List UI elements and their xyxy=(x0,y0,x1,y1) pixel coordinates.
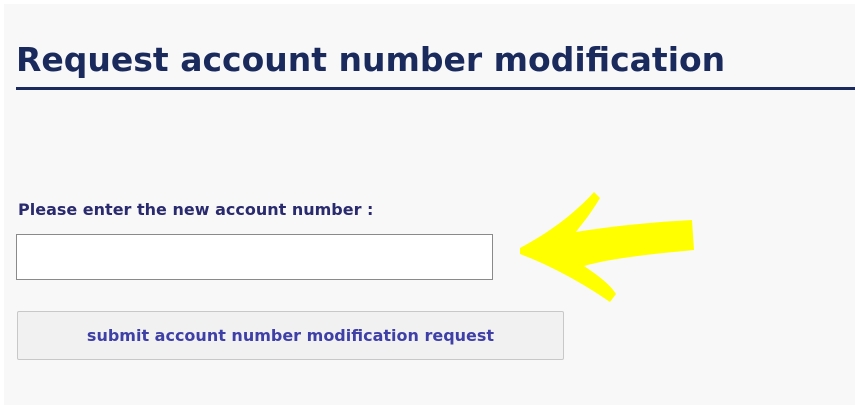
title-underline xyxy=(16,87,855,90)
account-number-input[interactable] xyxy=(16,234,493,280)
account-number-label: Please enter the new account number : xyxy=(18,200,374,219)
arrow-left-icon xyxy=(520,192,694,302)
submit-button[interactable]: submit account number modification reque… xyxy=(17,311,564,360)
page-title: Request account number modification xyxy=(16,40,726,79)
